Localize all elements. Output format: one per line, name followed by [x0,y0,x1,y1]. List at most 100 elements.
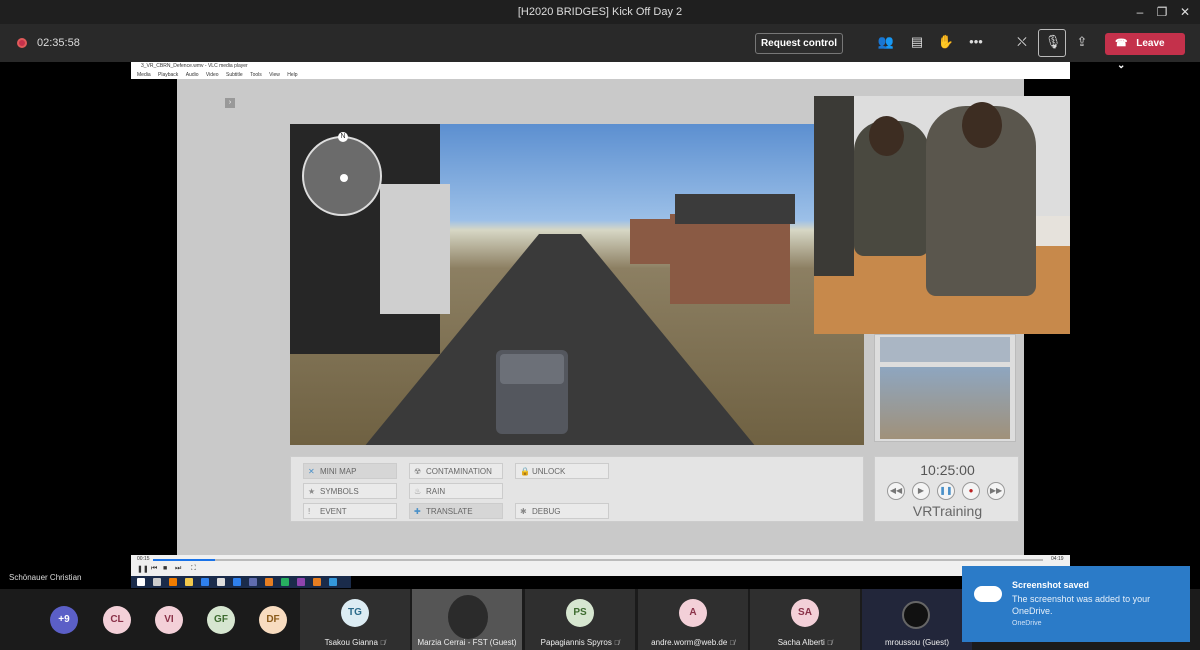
mic-toggle-button[interactable]: 🎙 [1038,29,1066,57]
symbols-label: SYMBOLS [320,487,359,496]
search-icon [153,578,161,586]
minimize-icon[interactable]: – [1130,5,1150,19]
vlc-prev-icon[interactable]: ⏮ [151,565,157,573]
minimap: N [302,132,382,216]
mic-off-icon: 🎙̸ [827,640,833,647]
house-left-white [380,184,450,314]
onedrive-cloud-icon [974,586,1002,602]
participant-avatar[interactable]: GF [207,606,235,634]
participant-tile[interactable]: mroussou (Guest) [862,589,972,650]
vlc-seek-bar[interactable] [153,559,1043,561]
exclamation-icon: ! [308,507,311,516]
meeting-timer: 02:35:58 [37,37,80,49]
participant-tile-video[interactable]: Marzia Cerrai - FST (Guest) [412,589,522,650]
participant-name: mroussou (Guest) [884,638,950,647]
vlc-controls: 00:15 04:19 ❚❚ ⏮ ■ ⏭ ⛶ [131,555,1070,576]
phone-icon: ☎ [1115,38,1128,49]
fast-forward-icon[interactable]: ▶▶ [987,482,1005,500]
participant-avatar[interactable]: VI [155,606,183,634]
more-icon[interactable]: ••• [966,34,986,52]
debug-toggle[interactable]: ✱ DEBUG [515,503,609,519]
participant-name: andre.worm@web.de [651,638,728,647]
app-icon-2 [265,578,273,586]
folder-icon [185,578,193,586]
brand-name: VRTraining [912,503,983,519]
meeting-controls-bar: 02:35:58 Request control 👥 ▤ ✋ ••• ⛌ 🎙 ⇪… [0,24,1200,71]
share-icon[interactable]: ⇪ [1072,34,1092,52]
participant-name: Papagiannis Spyros [540,638,612,647]
participant-video [448,595,488,639]
translate-label: TRANSLATE [426,507,473,516]
camera-off-icon[interactable]: ⛌ [1012,34,1032,52]
participants-icon[interactable]: 👥 [876,34,896,52]
chat-icon[interactable]: ▤ [907,34,927,52]
vlc-title: 3_VR_CBRN_Defence.wmv - VLC media player [131,62,1070,71]
symbols-toggle[interactable]: ★ SYMBOLS [303,483,397,499]
close-icon[interactable]: ✕ [1175,5,1195,19]
vlc-pause-icon[interactable]: ❚❚ [137,565,149,573]
vlc-menu-item[interactable]: Video [206,72,219,78]
app-icon [201,578,209,586]
mic-off-icon: 🎙̸ [380,640,386,647]
teams-window: [H2020 BRIDGES] Kick Off Day 2 – ❐ ✕ 02:… [0,0,1200,650]
edge-icon [233,578,241,586]
request-control-button[interactable]: Request control [755,33,843,54]
player-marker-icon [340,174,348,182]
vr-scene: N [290,124,864,445]
pause-icon[interactable]: ❚❚ [937,482,955,500]
restore-icon[interactable]: ❐ [1152,5,1172,19]
unlock-toggle[interactable]: 🔒 UNLOCK [515,463,609,479]
participant-tile[interactable]: SA Sacha Alberti 🎙̸ [750,589,860,650]
record-icon[interactable]: ● [962,482,980,500]
vlc-icon [313,578,321,586]
participant-tile[interactable]: PS Papagiannis Spyros 🎙̸ [525,589,635,650]
screenshot-toast[interactable]: Screenshot saved The screenshot was adde… [962,566,1190,642]
vlc-fullscreen-icon[interactable]: ⛶ [191,565,196,573]
vlc-menu-item[interactable]: Media [137,72,151,78]
participant-avatar[interactable]: DF [259,606,287,634]
mini-map-toggle[interactable]: ✕ MINI MAP [303,463,397,479]
participant-avatar: PS [566,599,594,627]
vlc-menu-item[interactable]: Playback [158,72,178,78]
translate-toggle[interactable]: ✚ TRANSLATE [409,503,503,519]
vlc-menu-item[interactable]: Help [287,72,297,78]
leave-label: Leave [1136,38,1165,49]
contamination-toggle[interactable]: ☢ CONTAMINATION [409,463,503,479]
rain-icon: ♨ [414,487,422,496]
unlock-label: UNLOCK [532,467,566,476]
participant-tile[interactable]: TG Tsakou Gianna 🎙̸ [300,589,410,650]
playback-panel: 10:25:00 ◀◀ ▶ ❚❚ ● ▶▶ VRTraining [874,456,1019,522]
participant-name: Sacha Alberti [777,638,825,647]
vr-headset-right [962,102,1002,148]
participant-avatar: TG [341,599,369,627]
rain-toggle[interactable]: ♨ RAIN [409,483,503,499]
rain-label: RAIN [426,487,446,496]
play-icon[interactable]: ▶ [912,482,930,500]
window-title: [H2020 BRIDGES] Kick Off Day 2 [517,6,683,18]
rewind-icon[interactable]: ◀◀ [887,482,905,500]
move-icon: ✚ [414,507,421,516]
event-toggle[interactable]: ! EVENT [303,503,397,519]
app-icon-4 [329,578,337,586]
contamination-label: CONTAMINATION [426,467,492,476]
radiation-icon: ☢ [414,467,422,476]
app-icon-3 [297,578,305,586]
vlc-stop-icon[interactable]: ■ [163,565,167,572]
vlc-next-icon[interactable]: ⏭ [175,565,181,573]
vlc-menu-item[interactable]: View [269,72,280,78]
vlc-menu-item[interactable]: Audio [186,72,199,78]
roof-right [675,194,795,224]
overflow-participants-button[interactable]: +9 [50,606,78,634]
presenter-name: Schönauer Christian [9,573,82,582]
compass-north: N [338,132,348,142]
vlc-menu-item[interactable]: Subtitle [226,72,243,78]
participant-tile[interactable]: A andre.worm@web.de 🎙̸ [638,589,748,650]
leave-button[interactable]: ☎ Leave ⌄ [1105,33,1185,71]
title-bar: [H2020 BRIDGES] Kick Off Day 2 – ❐ ✕ [0,0,1200,24]
vr-headset-left [869,116,904,156]
chevron-down-icon[interactable]: ⌄ [1117,60,1125,71]
shared-taskbar [131,576,351,588]
raise-hand-icon[interactable]: ✋ [936,34,956,52]
vlc-menu-item[interactable]: Tools [250,72,262,78]
participant-avatar[interactable]: CL [103,606,131,634]
